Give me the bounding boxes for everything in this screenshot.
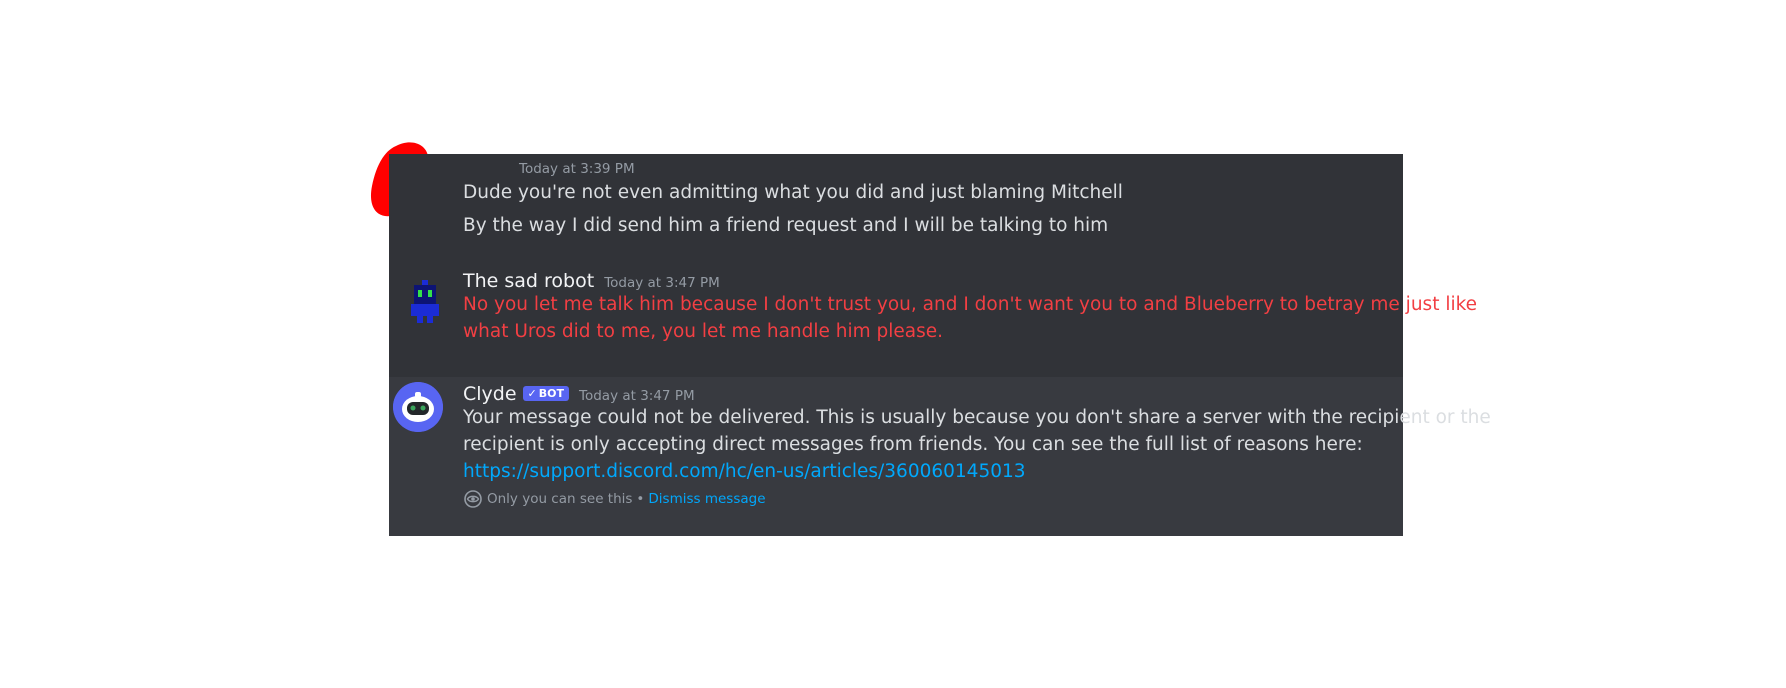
chat-window: Today at 3:39 PM Dude you're not even ad… [389,154,1491,536]
message-timestamp[interactable]: Today at 3:47 PM [604,275,720,291]
username[interactable]: Clyde [463,383,517,405]
message-text: By the way I did send him a friend reque… [463,215,1109,236]
message-timestamp[interactable]: Today at 3:39 PM [519,161,635,177]
checkmark-icon: ✓ [527,387,537,400]
message-group-clyde: Clyde ✓ BOT Today at 3:47 PM Your messag… [389,377,1491,536]
avatar[interactable] [403,280,447,324]
message-text: what Uros did to me, you let me handle h… [463,321,944,342]
message-text: Your message could not be delivered. Thi… [463,407,1491,428]
robot-avatar-icon [411,280,439,323]
message-group-1: Today at 3:39 PM Dude you're not even ad… [389,154,1403,254]
username[interactable]: The sad robot [463,270,594,292]
message-text: recipient is only accepting direct messa… [463,434,1363,455]
clyde-avatar-icon [393,382,443,432]
avatar[interactable] [393,382,443,432]
separator-dot: • [636,491,645,507]
ephemeral-notice: Only you can see this • Dismiss message [463,489,1395,509]
message-text: Dude you're not even admitting what you … [463,182,1123,203]
eye-icon [464,490,482,508]
message-group-2: The sad robot Today at 3:47 PM No you le… [389,270,1478,370]
ephemeral-note: Only you can see this [487,491,633,507]
bot-tag: ✓ BOT [522,386,570,401]
message-text: No you let me talk him because I don't t… [463,294,1478,315]
support-link[interactable]: https://support.discord.com/hc/en-us/art… [463,458,1395,485]
message-timestamp[interactable]: Today at 3:47 PM [579,388,695,404]
dismiss-message-link[interactable]: Dismiss message [648,491,765,507]
